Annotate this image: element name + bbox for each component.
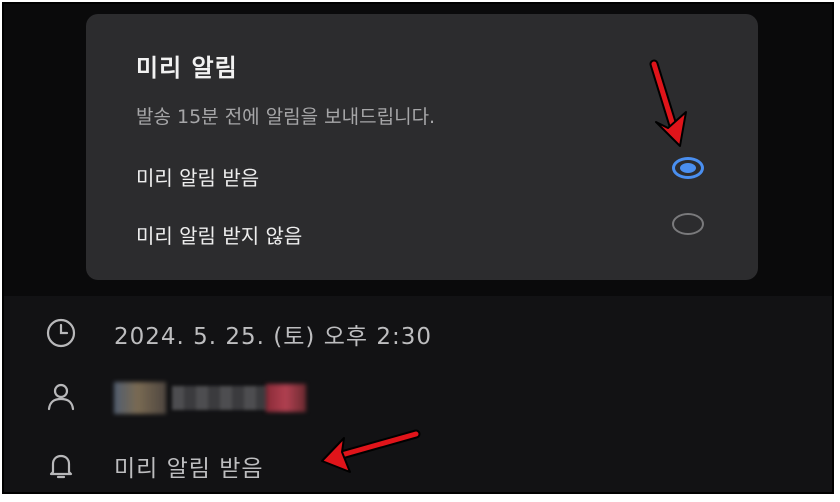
reminder-dialog: 미리 알림 발송 15분 전에 알림을 보내드립니다. 미리 알림 받음 미리 … [86, 14, 758, 280]
event-datetime: 2024. 5. 25. (토) 오후 2:30 [114, 324, 432, 350]
bell-icon [49, 454, 73, 479]
option-label: 미리 알림 받음 [136, 166, 260, 190]
radio-unselected[interactable] [672, 213, 704, 235]
radio-dot [680, 163, 696, 173]
reminder-status: 미리 알림 받음 [114, 456, 264, 482]
reminder-row[interactable]: 미리 알림 받음 [4, 440, 832, 490]
attendee-row[interactable] [4, 372, 832, 422]
option-no-reminder[interactable]: 미리 알림 받지 않음 [86, 206, 758, 258]
attendee-name [172, 386, 268, 410]
option-label: 미리 알림 받지 않음 [136, 224, 303, 248]
screenshot-frame: 2024. 5. 25. (토) 오후 2:30 미리 알림 받음 미리 알림 … [2, 2, 834, 494]
dialog-title: 미리 알림 [136, 54, 238, 82]
event-detail-sheet: 2024. 5. 25. (토) 오후 2:30 미리 알림 받음 [4, 296, 832, 492]
attendee-avatar [114, 382, 166, 414]
radio-selected[interactable] [672, 157, 704, 179]
attendee-badge [266, 384, 306, 412]
person-icon [47, 383, 75, 411]
clock-icon [46, 318, 76, 348]
dialog-description: 발송 15분 전에 알림을 보내드립니다. [136, 106, 436, 128]
datetime-row[interactable]: 2024. 5. 25. (토) 오후 2:30 [4, 308, 832, 358]
option-receive-reminder[interactable]: 미리 알림 받음 [86, 148, 758, 200]
